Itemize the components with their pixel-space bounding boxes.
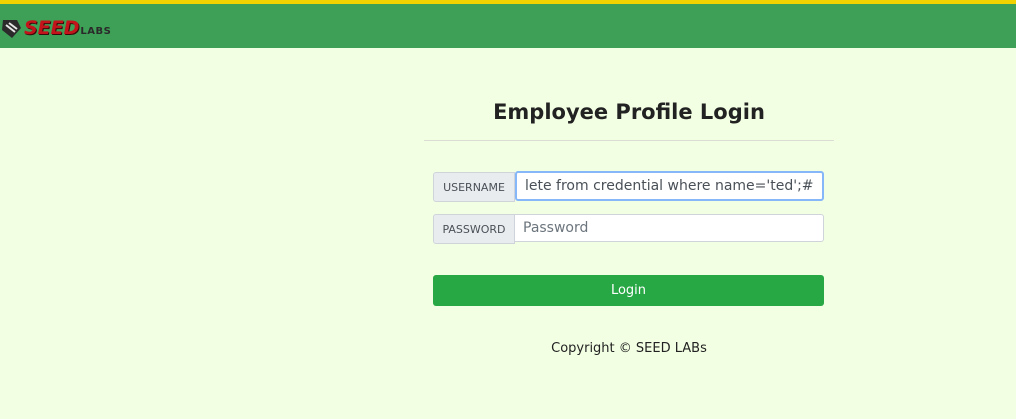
title-divider [424, 140, 834, 141]
logo-text-labs: LABS [80, 25, 112, 37]
logo-text-seed: SEED [24, 17, 80, 39]
seed-logo-icon [2, 20, 21, 38]
username-input[interactable] [515, 171, 824, 201]
username-label: USERNAME [433, 172, 515, 202]
navbar: SEED LABS [0, 4, 1016, 48]
password-input[interactable] [515, 214, 824, 242]
page-title: Employee Profile Login [493, 100, 765, 124]
login-button[interactable]: Login [433, 275, 824, 306]
username-row: USERNAME [433, 171, 824, 202]
copyright-text: Copyright © SEED LABs [551, 341, 707, 356]
password-row: PASSWORD [433, 214, 824, 244]
password-label: PASSWORD [433, 214, 515, 244]
seed-labs-logo[interactable]: SEED LABS [0, 16, 130, 40]
